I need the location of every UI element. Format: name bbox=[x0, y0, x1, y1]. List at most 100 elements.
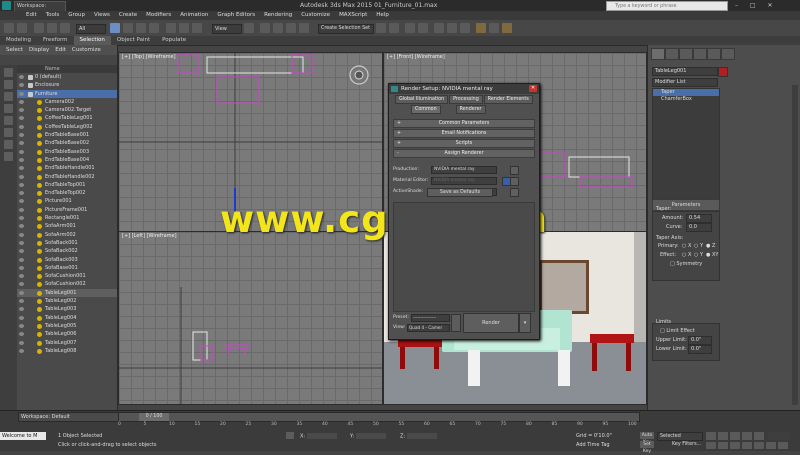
tree-item[interactable]: Camera002.Target bbox=[17, 106, 117, 114]
visibility-icon[interactable] bbox=[19, 75, 24, 79]
mirror-icon[interactable] bbox=[376, 23, 386, 33]
pivot-center-icon[interactable] bbox=[244, 23, 254, 33]
column-header-name[interactable]: Name bbox=[17, 65, 117, 73]
visibility-icon[interactable] bbox=[19, 124, 24, 129]
viewport-label[interactable]: [+] [Top] [Wireframe] bbox=[122, 54, 176, 60]
tree-item[interactable]: CoffeeTableLeg002 bbox=[17, 123, 117, 131]
upper-limit-spinner[interactable]: 0.0" bbox=[688, 336, 712, 345]
ribbon-tab-populate[interactable]: Populate bbox=[156, 36, 192, 45]
menu-graph-editors[interactable]: Graph Editors bbox=[217, 11, 255, 20]
visibility-icon[interactable] bbox=[19, 232, 24, 237]
current-frame-field[interactable] bbox=[768, 432, 790, 440]
menu-modifiers[interactable]: Modifiers bbox=[146, 11, 171, 20]
tree-item[interactable]: SofaArm001 bbox=[17, 222, 117, 230]
coord-x[interactable]: X: bbox=[300, 433, 337, 440]
add-time-tag-button[interactable]: Add Time Tag bbox=[576, 442, 610, 448]
maximize-icon[interactable]: □ bbox=[750, 2, 756, 9]
amount-spinner[interactable]: 0.54 bbox=[686, 214, 712, 223]
visibility-icon[interactable] bbox=[19, 182, 24, 187]
orbit-icon[interactable] bbox=[766, 442, 776, 449]
tree-item[interactable]: SofaBack001 bbox=[17, 239, 117, 247]
command-panel-scrollbar[interactable] bbox=[792, 85, 798, 405]
tab-renderer[interactable]: Renderer bbox=[455, 105, 486, 114]
coord-z[interactable]: Z: bbox=[400, 433, 437, 440]
lock-view-icon[interactable] bbox=[451, 314, 461, 332]
utilities-tab-icon[interactable] bbox=[721, 48, 735, 60]
visibility-icon[interactable] bbox=[19, 257, 24, 262]
tree-item[interactable]: EndTableBase003 bbox=[17, 148, 117, 156]
key-filters-button[interactable]: Key Filters... bbox=[672, 442, 701, 447]
tree-item[interactable]: TableLeg007 bbox=[17, 339, 117, 347]
tab-common[interactable]: Common bbox=[411, 105, 441, 114]
visibility-icon[interactable] bbox=[19, 99, 24, 104]
render-button[interactable]: Render bbox=[463, 313, 519, 333]
tree-item[interactable]: 0 (default) bbox=[17, 73, 117, 81]
tree-item[interactable]: EndTableTop001 bbox=[17, 181, 117, 189]
close-icon[interactable]: ✕ bbox=[529, 85, 537, 92]
filter-geometry-icon[interactable] bbox=[4, 68, 13, 77]
menu-tools[interactable]: Tools bbox=[46, 11, 60, 20]
selection-filter-dropdown[interactable]: All bbox=[76, 24, 106, 34]
tree-item[interactable]: TableLeg002 bbox=[17, 297, 117, 305]
visibility-icon[interactable] bbox=[19, 216, 24, 221]
menu-rendering[interactable]: Rendering bbox=[264, 11, 292, 20]
visibility-icon[interactable] bbox=[19, 348, 24, 353]
visibility-icon[interactable] bbox=[19, 191, 24, 196]
align-icon[interactable] bbox=[389, 23, 399, 33]
explorer-menu-display[interactable]: Display bbox=[29, 45, 49, 55]
menu-views[interactable]: Views bbox=[94, 11, 110, 20]
move-icon[interactable] bbox=[166, 23, 176, 33]
tree-item[interactable]: Enclosure bbox=[17, 81, 117, 89]
key-mode-dropdown[interactable]: Selected bbox=[657, 432, 703, 441]
production-field[interactable]: NVIDIA mental ray bbox=[431, 166, 497, 174]
reference-coordinate-dropdown[interactable]: View bbox=[212, 24, 242, 34]
tree-item[interactable]: EndTableHandle002 bbox=[17, 173, 117, 181]
visibility-icon[interactable] bbox=[19, 265, 24, 270]
render-production-icon[interactable] bbox=[502, 23, 512, 33]
menu-customize[interactable]: Customize bbox=[301, 11, 330, 20]
material-editor-field[interactable]: NVIDIA mental ray bbox=[431, 177, 497, 185]
tree-item[interactable]: CoffeeTableLeg001 bbox=[17, 114, 117, 122]
tree-item[interactable]: SofaCushion002 bbox=[17, 280, 117, 288]
rollout-assign-renderer[interactable]: - Assign Renderer bbox=[393, 149, 535, 158]
scale-icon[interactable] bbox=[192, 23, 202, 33]
menu-edit[interactable]: Edit bbox=[26, 11, 37, 20]
tab-processing[interactable]: Processing bbox=[449, 95, 483, 104]
window-crossing-icon[interactable] bbox=[149, 23, 159, 33]
material-editor-icon[interactable] bbox=[460, 23, 470, 33]
spinner-snap-icon[interactable] bbox=[299, 23, 309, 33]
close-icon[interactable]: ✕ bbox=[768, 2, 773, 9]
render-setup-icon[interactable] bbox=[476, 23, 486, 33]
go-to-end-icon[interactable] bbox=[754, 432, 764, 440]
link-icon[interactable] bbox=[34, 23, 44, 33]
filter-lights-icon[interactable] bbox=[4, 92, 13, 101]
tree-item[interactable]: Rectangle001 bbox=[17, 214, 117, 222]
explorer-menu-edit[interactable]: Edit bbox=[55, 45, 66, 55]
primary-axis-y[interactable]: ○ Y bbox=[694, 243, 703, 249]
go-to-start-icon[interactable] bbox=[706, 432, 716, 440]
next-frame-icon[interactable] bbox=[742, 432, 752, 440]
undo-icon[interactable] bbox=[4, 23, 14, 33]
filter-xrefs-icon[interactable] bbox=[4, 152, 13, 161]
rotate-icon[interactable] bbox=[179, 23, 189, 33]
visibility-icon[interactable] bbox=[19, 199, 24, 204]
bind-space-warp-icon[interactable] bbox=[60, 23, 70, 33]
visibility-icon[interactable] bbox=[19, 274, 24, 279]
tree-item[interactable]: EndTableBase002 bbox=[17, 139, 117, 147]
layer-explorer-icon[interactable] bbox=[405, 23, 415, 33]
stack-item-taper[interactable]: Taper bbox=[653, 89, 719, 96]
render-dropdown-icon[interactable]: ▾ bbox=[519, 313, 531, 333]
tree-item[interactable]: Camera002 bbox=[17, 98, 117, 106]
create-tab-icon[interactable] bbox=[651, 48, 665, 60]
selection-set-dropdown[interactable]: Create Selection Set bbox=[318, 24, 374, 34]
tree-item[interactable]: SofaBack002 bbox=[17, 247, 117, 255]
maxscript-listener[interactable]: Welcome to M bbox=[0, 432, 46, 440]
choose-renderer-button[interactable] bbox=[510, 177, 519, 186]
viewport-left[interactable]: [+] [Left] [Wireframe] bbox=[118, 231, 383, 405]
visibility-icon[interactable] bbox=[19, 116, 24, 121]
filter-shapes-icon[interactable] bbox=[4, 80, 13, 89]
menu-animation[interactable]: Animation bbox=[180, 11, 208, 20]
tree-item[interactable]: SofaCushion001 bbox=[17, 272, 117, 280]
tree-item[interactable]: TableLeg008 bbox=[17, 347, 117, 355]
zoom-all-icon[interactable] bbox=[718, 442, 728, 449]
